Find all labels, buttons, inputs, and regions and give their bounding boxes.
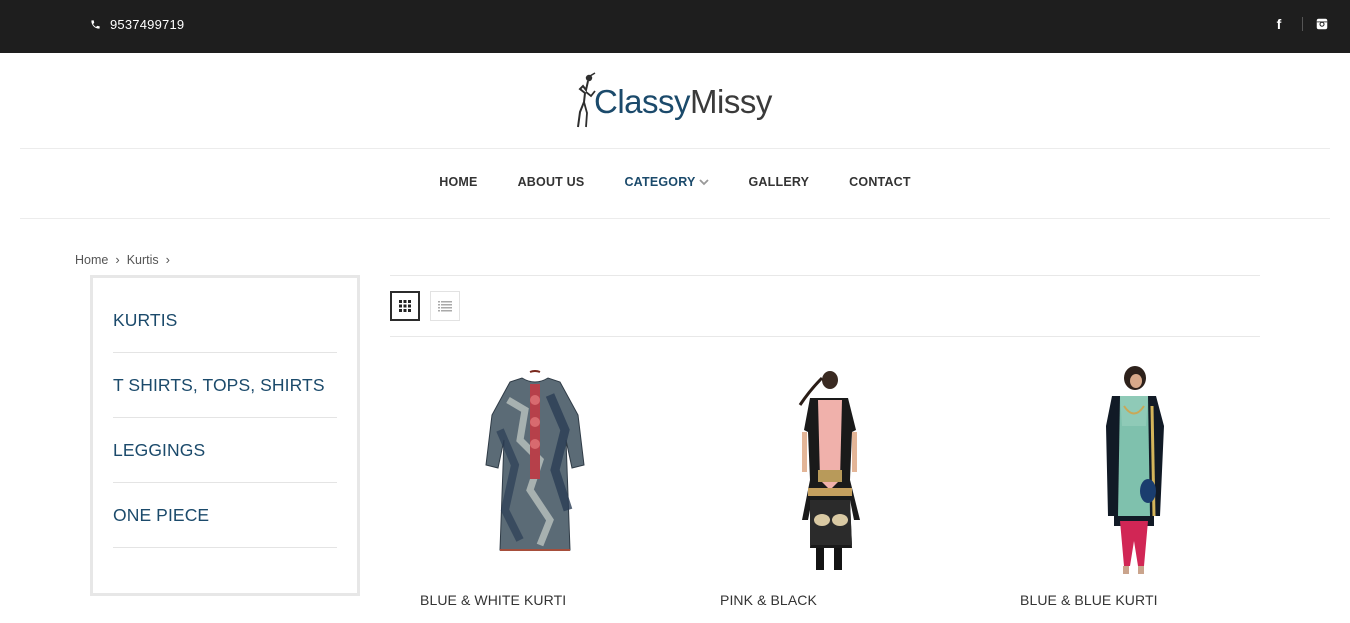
- phone-contact[interactable]: 9537499719: [90, 17, 184, 32]
- main-nav: HOME ABOUT US CATEGORY GALLERY CONTACT: [0, 175, 1350, 189]
- breadcrumb-chevron-icon: ›: [115, 252, 120, 267]
- nav-about-us[interactable]: ABOUT US: [518, 175, 585, 189]
- top-bar: 9537499719 f: [0, 0, 1350, 53]
- social-links: f: [1272, 16, 1328, 32]
- product-image[interactable]: [390, 360, 680, 580]
- social-divider: [1302, 17, 1303, 31]
- breadcrumb: Home › Kurtis ›: [75, 252, 177, 267]
- product-name[interactable]: BLUE & BLUE KURTI: [1020, 592, 1158, 608]
- logo-text-missy: Missy: [690, 83, 772, 120]
- category-sidebar: KURTIS T SHIRTS, TOPS, SHIRTS LEGGINGS O…: [90, 275, 360, 596]
- nav-gallery[interactable]: GALLERY: [749, 175, 810, 189]
- chevron-down-icon: [698, 179, 709, 186]
- logo-text: ClassyMissy: [594, 83, 772, 121]
- logo-text-classy: Classy: [594, 83, 691, 120]
- toolbar-divider-top: [390, 275, 1260, 276]
- grid-view-button[interactable]: [390, 291, 420, 321]
- grid-view-icon: [399, 300, 411, 312]
- facebook-icon[interactable]: f: [1272, 16, 1286, 32]
- product-image[interactable]: [690, 360, 980, 580]
- header-divider: [20, 148, 1330, 149]
- nav-category[interactable]: CATEGORY: [624, 175, 709, 189]
- list-view-icon: [438, 300, 452, 311]
- instagram-icon[interactable]: [1316, 18, 1328, 30]
- phone-icon: [91, 20, 100, 29]
- site-logo[interactable]: ClassyMissy: [574, 70, 779, 130]
- sidebar-item-tshirts-tops-shirts[interactable]: T SHIRTS, TOPS, SHIRTS: [113, 353, 337, 418]
- sidebar-item-one-piece[interactable]: ONE PIECE: [113, 483, 337, 548]
- product-name[interactable]: PINK & BLACK: [720, 592, 817, 608]
- breadcrumb-kurtis[interactable]: Kurtis: [127, 253, 159, 267]
- toolbar-divider-bottom: [390, 336, 1260, 337]
- phone-number: 9537499719: [110, 17, 185, 32]
- product-name[interactable]: BLUE & WHITE KURTI: [420, 592, 566, 608]
- product-image[interactable]: [990, 360, 1280, 580]
- nav-contact[interactable]: CONTACT: [849, 175, 911, 189]
- breadcrumb-chevron-icon: ›: [165, 252, 170, 267]
- list-view-button[interactable]: [430, 291, 460, 321]
- nav-home[interactable]: HOME: [439, 175, 477, 189]
- breadcrumb-home[interactable]: Home: [75, 253, 108, 267]
- sidebar-item-kurtis[interactable]: KURTIS: [113, 288, 337, 353]
- sidebar-item-leggings[interactable]: LEGGINGS: [113, 418, 337, 483]
- nav-divider: [20, 218, 1330, 219]
